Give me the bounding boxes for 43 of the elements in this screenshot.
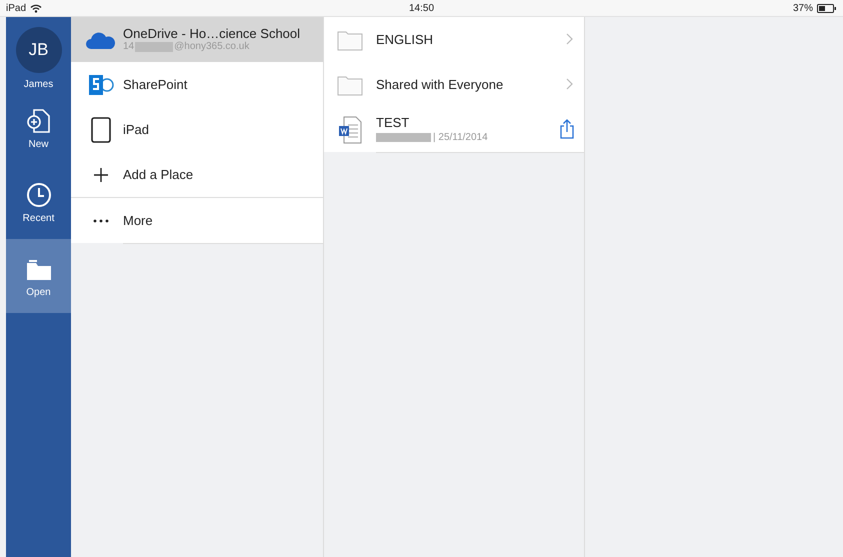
- nav-button[interactable]: New: [6, 91, 71, 165]
- battery-icon: [817, 4, 837, 12]
- clock-icon: [24, 180, 52, 208]
- place-title: Add a Place: [123, 167, 194, 182]
- word-document-icon: [338, 116, 362, 144]
- place-item[interactable]: OneDrive - Ho…cience School 14 @hony365.co.uk: [71, 17, 323, 62]
- file-date: | 25/11/2014: [433, 132, 488, 143]
- tablet-icon: [91, 116, 111, 142]
- avatar[interactable]: JB: [16, 27, 62, 73]
- place-title: More: [123, 212, 154, 228]
- place-item[interactable]: Add a Place: [71, 152, 323, 198]
- share-icon: [560, 119, 574, 139]
- folder-icon: [337, 28, 363, 50]
- file-name: TEST: [376, 115, 410, 130]
- place-title: SharePoint: [123, 76, 188, 92]
- plus-icon: [92, 166, 110, 184]
- clock: 14:50: [408, 2, 434, 14]
- user-name: James: [24, 79, 54, 90]
- nav-button[interactable]: Recent: [6, 165, 71, 239]
- wifi-icon: [30, 4, 42, 12]
- place-item[interactable]: SharePoint: [71, 62, 323, 107]
- place-item[interactable]: More: [71, 198, 323, 243]
- device-name: iPad: [6, 2, 26, 14]
- account-email: @hony365.co.uk: [174, 41, 250, 52]
- file-item[interactable]: Shared with Everyone: [324, 62, 584, 107]
- file-name: ENGLISH: [376, 32, 434, 46]
- redaction-block: [376, 133, 431, 142]
- account-email: 14: [123, 41, 134, 52]
- cloud-icon: [85, 30, 117, 50]
- more-icon: [92, 218, 110, 224]
- file-name: Shared with Everyone: [376, 76, 504, 92]
- place-title: iPad: [123, 122, 150, 136]
- file-item[interactable]: ENGLISH: [324, 17, 584, 62]
- place-title: OneDrive - Ho…cience School: [123, 26, 302, 41]
- new-document-icon: [24, 106, 52, 134]
- nav-button[interactable]: Open: [6, 239, 71, 313]
- redaction-block: [135, 42, 174, 52]
- chevron-right-icon: [566, 78, 574, 90]
- chevron-right-icon: [566, 33, 574, 45]
- folder-icon: [337, 74, 363, 96]
- battery-percent: 37%: [792, 2, 813, 14]
- place-item[interactable]: iPad: [71, 107, 323, 152]
- file-item[interactable]: TEST | 25/11/2014: [324, 107, 584, 152]
